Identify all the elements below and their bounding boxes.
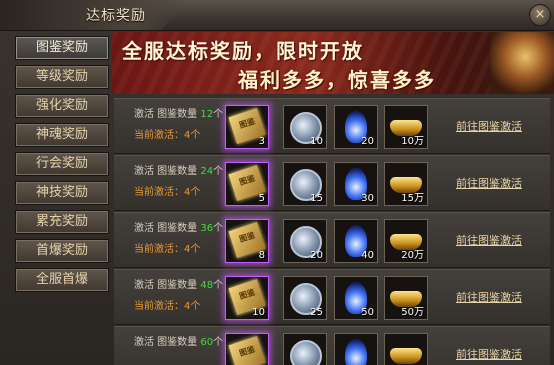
compass-icon [290, 340, 322, 365]
banner-line-1: 全服达标奖励，限时开放 [122, 39, 364, 63]
reward-slot-flame[interactable]: 20 [334, 105, 378, 149]
window-title-tab: 达标奖励 [0, 0, 190, 30]
requirement-text: 激活 图鉴数量 48个 [134, 280, 224, 291]
reward-row: 激活 图鉴数量 60个 图鉴 前往图鉴激活 [114, 326, 550, 365]
reward-slot-book[interactable]: 图鉴 5 [225, 162, 269, 206]
requirement-text: 激活 图鉴数量 60个 [134, 337, 224, 348]
requirement-text: 激活 图鉴数量 12个 [134, 109, 224, 120]
reward-slot-compass[interactable] [283, 333, 327, 365]
goto-codex-link[interactable]: 前往图鉴激活 [456, 118, 522, 134]
reward-slot-compass[interactable]: 25 [283, 276, 327, 320]
banner-line-2: 福利多多，惊喜多多 [238, 68, 436, 92]
reward-row: 激活 图鉴数量 24个 当前激活：4个 图鉴 5 15 30 15万 前往图鉴激活 [114, 155, 550, 211]
reward-slot-book[interactable]: 图鉴 3 [225, 105, 269, 149]
gold-ingot-icon [390, 348, 422, 364]
sidebar-item-first-drop-reward[interactable]: 首爆奖励 [15, 239, 109, 263]
sidebar-item-soul-reward[interactable]: 神魂奖励 [15, 123, 109, 147]
reward-slot-flame[interactable] [334, 333, 378, 365]
sidebar-item-codex-reward[interactable]: 图鉴奖励 [15, 36, 109, 60]
reward-slot-compass[interactable]: 20 [283, 219, 327, 263]
book-icon: 图鉴 [228, 336, 266, 365]
sidebar-item-skill-reward[interactable]: 神技奖励 [15, 181, 109, 205]
reward-slot-compass[interactable]: 10 [283, 105, 327, 149]
reward-slot-book[interactable]: 图鉴 [225, 333, 269, 365]
reward-slot-flame[interactable]: 50 [334, 276, 378, 320]
requirement-text: 激活 图鉴数量 36个 [134, 223, 224, 234]
goto-codex-link[interactable]: 前往图鉴激活 [456, 289, 522, 305]
sidebar-item-guild-reward[interactable]: 行会奖励 [15, 152, 109, 176]
current-progress: 当前激活：4个 [134, 301, 201, 312]
reward-slot-flame[interactable]: 40 [334, 219, 378, 263]
window-title: 达标奖励 [86, 8, 146, 24]
warrior-portrait-icon [490, 32, 554, 94]
goto-codex-link[interactable]: 前往图鉴激活 [456, 175, 522, 191]
reward-slot-book[interactable]: 图鉴 10 [225, 276, 269, 320]
event-banner: 全服达标奖励，限时开放 福利多多，惊喜多多 [112, 32, 554, 94]
blue-flame-icon [345, 339, 367, 365]
sidebar-item-recharge-reward[interactable]: 累充奖励 [15, 210, 109, 234]
sidebar-item-enhance-reward[interactable]: 强化奖励 [15, 94, 109, 118]
sidebar: 图鉴奖励 等级奖励 强化奖励 神魂奖励 行会奖励 神技奖励 累充奖励 首爆奖励 … [10, 32, 112, 364]
reward-row: 激活 图鉴数量 48个 当前激活：4个 图鉴 10 25 50 50万 前往图鉴激… [114, 269, 550, 325]
reward-window: 达标奖励 × 图鉴奖励 等级奖励 强化奖励 神魂奖励 行会奖励 神技奖励 累充奖… [0, 0, 554, 365]
current-progress: 当前激活：4个 [134, 130, 201, 141]
reward-slot-ingot[interactable]: 20万 [384, 219, 428, 263]
reward-row: 激活 图鉴数量 36个 当前激活：4个 图鉴 8 20 40 20万 前往图鉴激活 [114, 212, 550, 268]
goto-codex-link[interactable]: 前往图鉴激活 [456, 232, 522, 248]
sidebar-item-server-first-drop[interactable]: 全服首爆 [15, 268, 109, 292]
reward-slot-ingot[interactable]: 50万 [384, 276, 428, 320]
reward-slot-ingot[interactable]: 10万 [384, 105, 428, 149]
reward-slot-ingot[interactable]: 15万 [384, 162, 428, 206]
current-progress: 当前激活：4个 [134, 187, 201, 198]
current-progress: 当前激活：4个 [134, 244, 201, 255]
sidebar-item-level-reward[interactable]: 等级奖励 [15, 65, 109, 89]
requirement-text: 激活 图鉴数量 24个 [134, 166, 224, 177]
goto-codex-link[interactable]: 前往图鉴激活 [456, 346, 522, 362]
reward-slot-book[interactable]: 图鉴 8 [225, 219, 269, 263]
reward-slot-compass[interactable]: 15 [283, 162, 327, 206]
reward-list: 激活 图鉴数量 12个 当前激活：4个 图鉴 3 10 20 10万 前往图鉴激活… [112, 94, 554, 365]
reward-slot-ingot[interactable] [384, 333, 428, 365]
close-button[interactable]: × [529, 4, 551, 26]
reward-row: 激活 图鉴数量 12个 当前激活：4个 图鉴 3 10 20 10万 前往图鉴激活 [114, 98, 550, 154]
reward-slot-flame[interactable]: 30 [334, 162, 378, 206]
